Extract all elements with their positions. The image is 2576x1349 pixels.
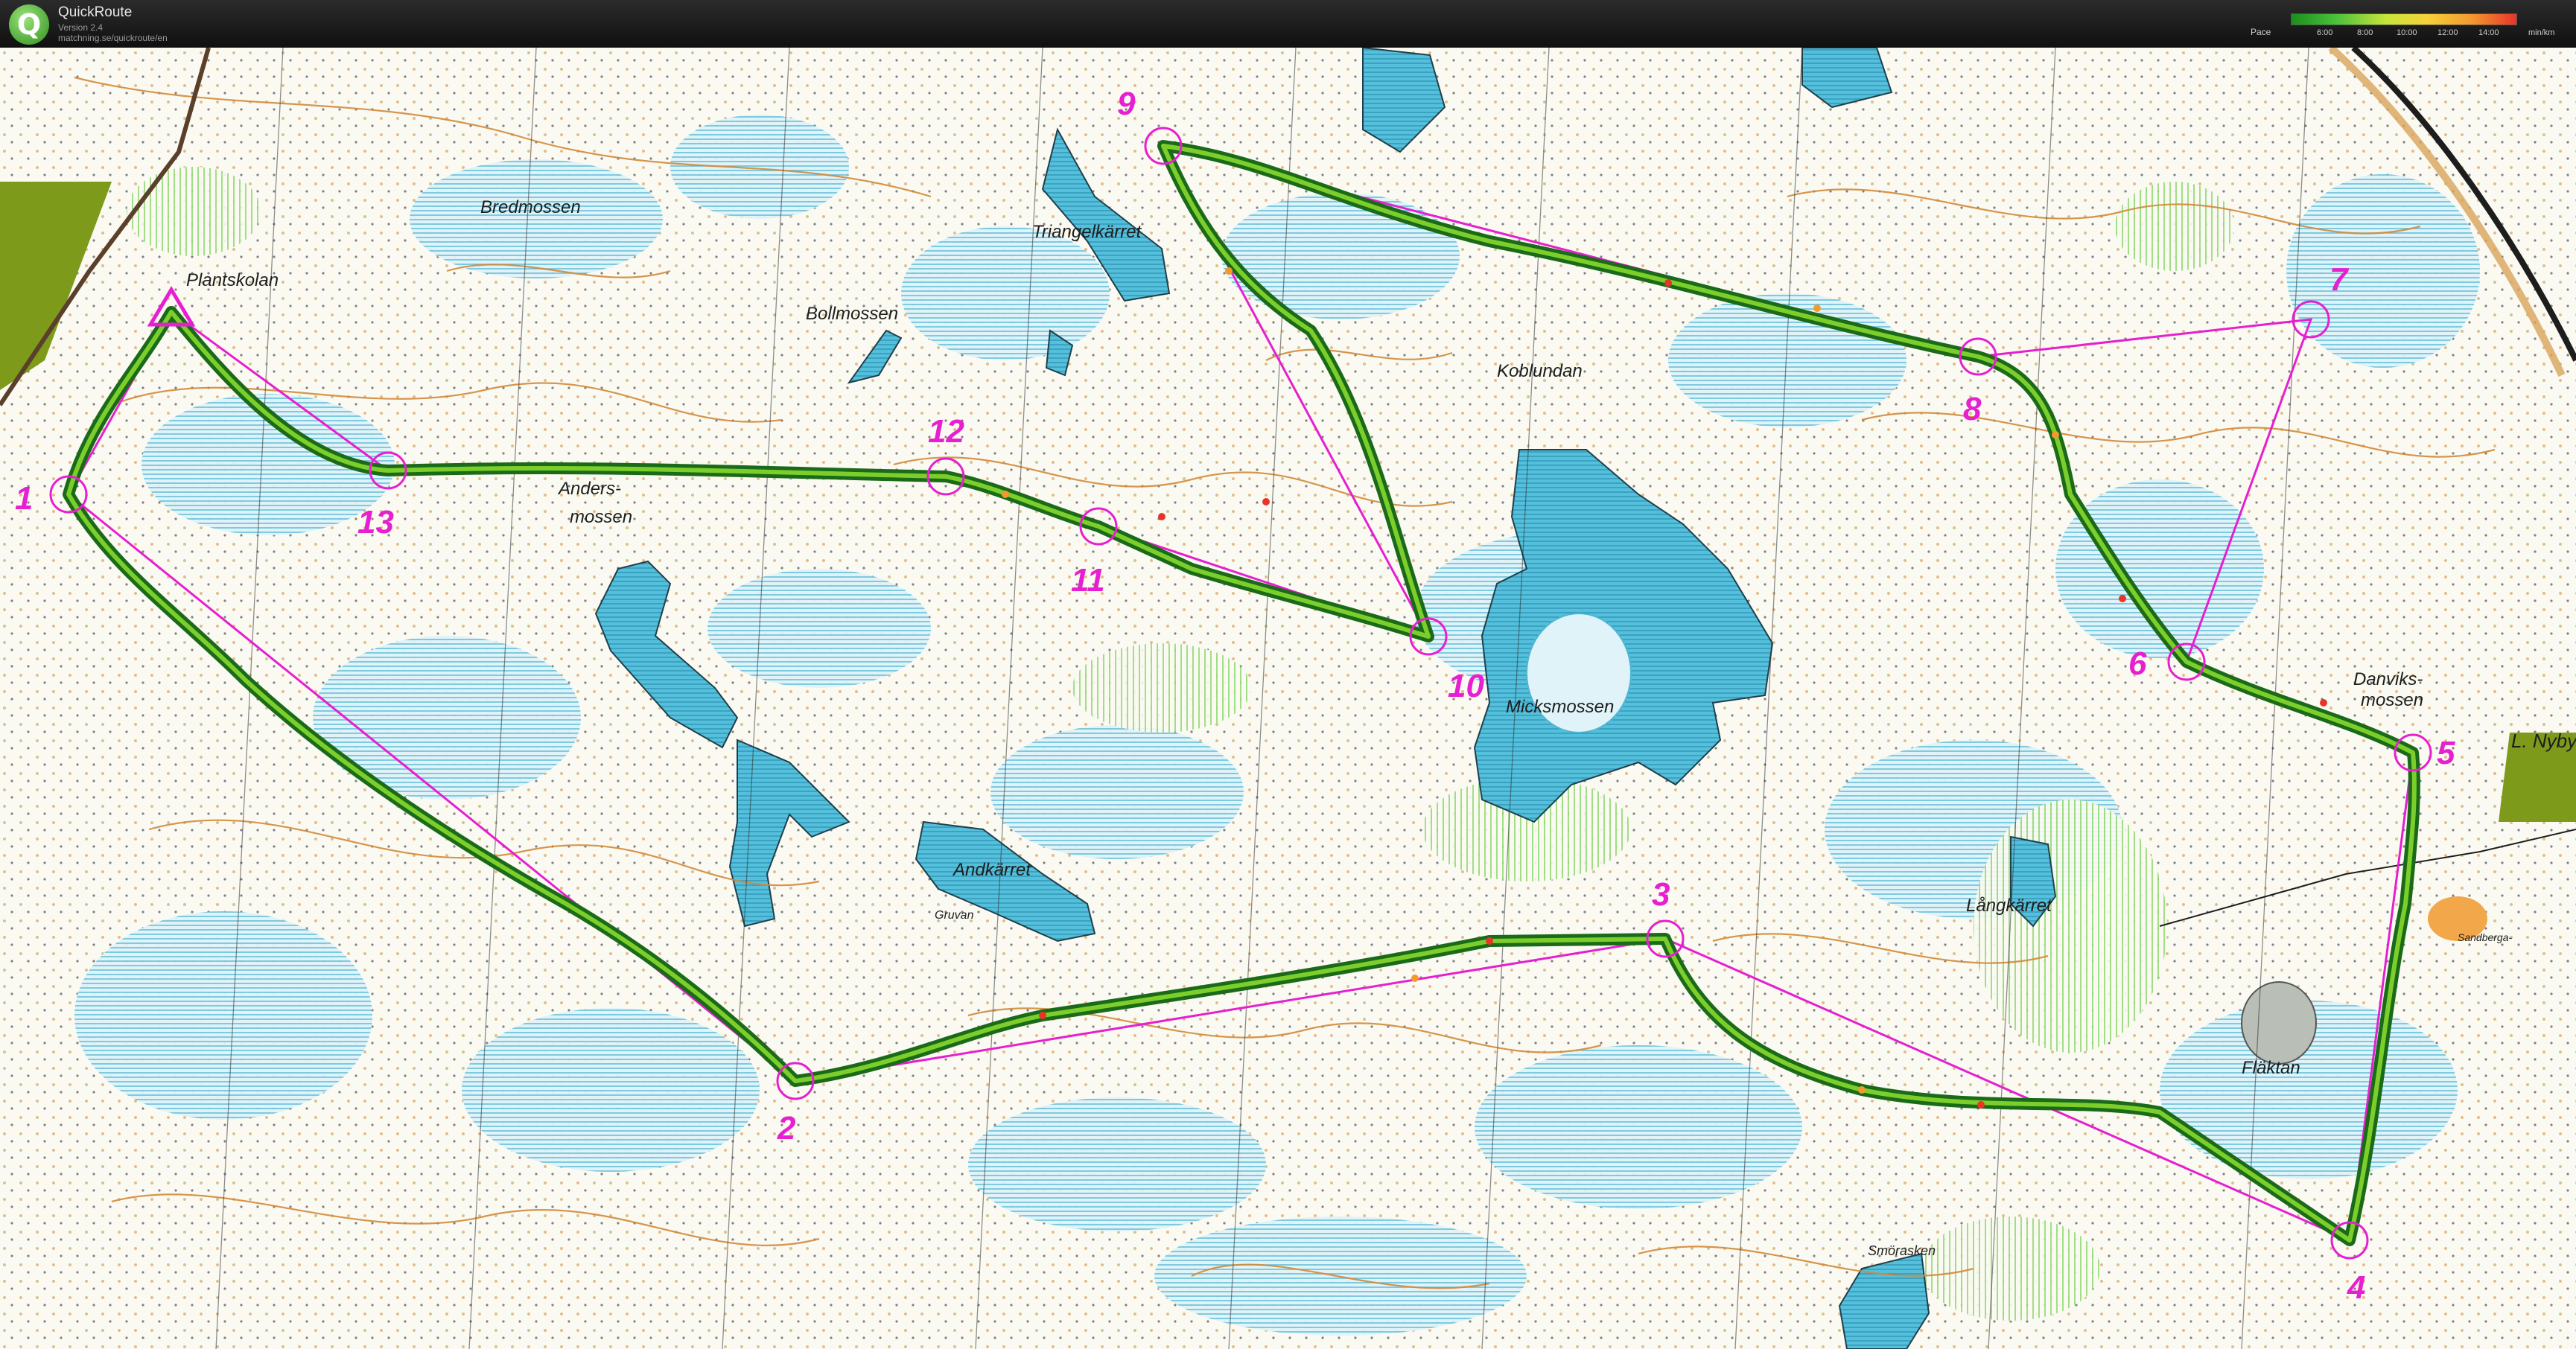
- place-name: Bollmossen: [806, 304, 898, 324]
- control-number: 8: [1963, 391, 1982, 427]
- control-number: 10: [1448, 668, 1484, 704]
- control-number: 6: [2128, 645, 2147, 682]
- control-number: 11: [1071, 562, 1105, 599]
- pace-legend-tick: 10:00: [2397, 28, 2417, 37]
- control-number: 3: [1652, 876, 1670, 913]
- pace-legend-tick: 14:00: [2478, 28, 2499, 37]
- app-version: Version 2.4: [58, 22, 104, 33]
- place-name: L. Nyby: [2511, 730, 2576, 752]
- control-number: 1: [15, 480, 33, 517]
- control-number: 12: [928, 413, 964, 450]
- control-number: 9: [1117, 86, 1136, 122]
- place-name: Plantskolan: [186, 270, 279, 290]
- pace-legend-tick: 12:00: [2437, 28, 2458, 37]
- place-name: mossen: [570, 507, 632, 527]
- title-bar: Q QuickRoute Version 2.4 matchning.se/qu…: [0, 0, 2576, 48]
- quickroute-logo-icon: Q: [9, 4, 49, 45]
- place-name: Fläktan: [2242, 1058, 2300, 1078]
- app-title: QuickRoute: [58, 4, 133, 20]
- place-name: Koblundan: [1497, 361, 1583, 381]
- place-name: Bredmossen: [480, 197, 581, 217]
- place-name: Sandberga-: [2458, 931, 2513, 943]
- place-name: Gruvan: [935, 909, 974, 922]
- place-name: Danviks-: [2353, 669, 2423, 689]
- place-name: Långkärret: [1966, 896, 2052, 916]
- control-number: 4: [2347, 1269, 2365, 1306]
- pace-legend-label: Pace: [2251, 27, 2271, 37]
- quickroute-window: Q QuickRoute Version 2.4 matchning.se/qu…: [0, 0, 2576, 1349]
- orienteering-map[interactable]: 1 2 3 4 5 6 7 8 9 10 11 12 13 Bredmossen…: [0, 48, 2576, 1349]
- control-number: 5: [2437, 735, 2455, 771]
- pace-legend-unit: min/km: [2528, 28, 2555, 37]
- rock-feature: [2241, 981, 2317, 1065]
- place-name: Andkärret: [952, 860, 1031, 880]
- pace-legend-tick: 6:00: [2317, 28, 2333, 37]
- app-url[interactable]: matchning.se/quickroute/en: [58, 33, 168, 43]
- control-number: 7: [2329, 261, 2350, 298]
- place-name: Anders-: [557, 479, 621, 499]
- place-name: mossen: [2361, 690, 2423, 710]
- pace-legend-tick: 8:00: [2357, 28, 2373, 37]
- place-name: Smörasken: [1868, 1243, 1936, 1258]
- place-name: Triangelkärret: [1032, 222, 1142, 242]
- control-number: 2: [777, 1110, 796, 1147]
- control-number: 13: [357, 504, 394, 540]
- pace-legend-gradient: [2291, 13, 2517, 25]
- place-name: Micksmossen: [1506, 697, 1614, 717]
